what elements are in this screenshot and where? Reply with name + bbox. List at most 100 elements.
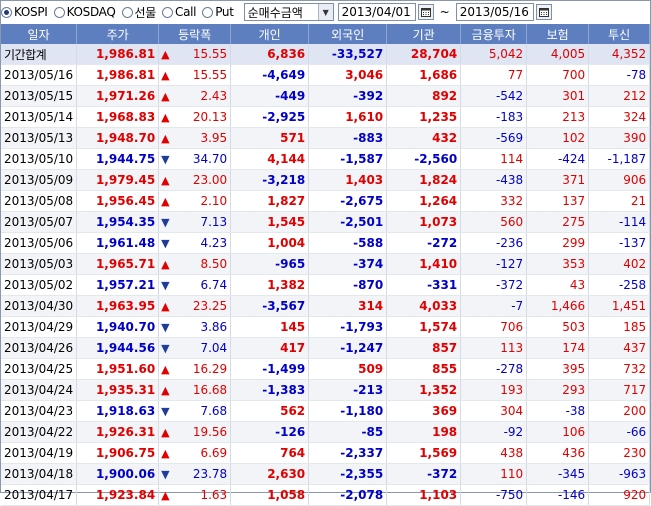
cell-investment-trust: 212 bbox=[588, 85, 651, 107]
cell-date: 2013/05/06 bbox=[1, 232, 78, 254]
table-row[interactable]: 2013/05/10 1,944.75 ▼ 34.70 4,144 -1,587 -2,56… bbox=[1, 148, 651, 170]
radio-kospi[interactable]: KOSPI bbox=[1, 2, 48, 22]
cell-date: 2013/04/17 bbox=[1, 484, 78, 506]
cell-insurance: 301 bbox=[526, 85, 590, 107]
cell-individual: 1,004 bbox=[230, 232, 310, 254]
triangle-up-icon: ▲ bbox=[161, 110, 170, 124]
calendar-icon[interactable] bbox=[535, 4, 552, 20]
cell-date: 2013/04/25 bbox=[1, 358, 78, 380]
date-from-input[interactable]: 2013/04/01 bbox=[337, 3, 416, 21]
table-row[interactable]: 2013/05/03 1,965.71 ▲ 8.50 -965 -374 1,410 -127… bbox=[1, 253, 651, 275]
cell-price: 1,951.60 bbox=[76, 358, 160, 380]
cell-institution: 1,686 bbox=[386, 64, 462, 86]
cell-individual: 1,382 bbox=[230, 274, 310, 296]
cell-financial-investment: 77 bbox=[460, 64, 528, 86]
chevron-down-icon[interactable]: ▼ bbox=[317, 4, 333, 20]
table-row[interactable]: 2013/05/09 1,979.45 ▲ 23.00 -3,218 1,403 1,824… bbox=[1, 169, 651, 191]
cell-date: 2013/04/22 bbox=[1, 421, 78, 443]
table-row[interactable]: 2013/04/23 1,918.63 ▼ 7.68 562 -1,180 369 304 -3… bbox=[1, 400, 651, 422]
column-header-foreign[interactable]: 외국인 bbox=[308, 24, 388, 44]
table-row[interactable]: 2013/05/02 1,957.21 ▼ 6.74 1,382 -870 -331 -372… bbox=[1, 274, 651, 296]
cell-institution: -272 bbox=[386, 232, 462, 254]
cell-date: 2013/05/13 bbox=[1, 127, 78, 149]
table-row[interactable]: 2013/04/17 1,923.84 ▲ 1.63 1,058 -2,078 1,103-… bbox=[1, 484, 651, 506]
table-row[interactable]: 2013/05/13 1,948.70 ▲ 3.95 571 -883 432 -569 102… bbox=[1, 127, 651, 149]
cell-investment-trust: 402 bbox=[588, 253, 651, 275]
radio-put[interactable]: Put bbox=[202, 2, 234, 22]
triangle-up-icon: ▲ bbox=[161, 446, 170, 460]
table-row[interactable]: 2013/04/29 1,940.70 ▼ 3.86 145 -1,793 1,574 706… bbox=[1, 316, 651, 338]
table-row[interactable]: 2013/04/19 1,906.75 ▲ 6.69 764 -2,337 1,569 438… bbox=[1, 442, 651, 464]
triangle-down-icon: ▼ bbox=[161, 320, 170, 334]
cell-investment-trust: 920 bbox=[588, 484, 651, 506]
column-header-financial-investment[interactable]: 금융투자 bbox=[460, 24, 528, 44]
table-row[interactable]: 2013/04/25 1,951.60 ▲ 16.29 -1,499 509 855 -278… bbox=[1, 358, 651, 380]
triangle-down-icon: ▼ bbox=[161, 215, 170, 229]
cell-insurance: 395 bbox=[526, 358, 590, 380]
cell-change: ▲ 2.10 bbox=[158, 190, 232, 212]
column-header-price[interactable]: 주가 bbox=[76, 24, 160, 44]
cell-insurance: -424 bbox=[526, 148, 590, 170]
cell-institution: 1,410 bbox=[386, 253, 462, 275]
table-row[interactable]: 2013/05/07 1,954.35 ▼ 7.13 1,545 -2,501 1,073 5… bbox=[1, 211, 651, 233]
cell-change: ▲ 23.25 bbox=[158, 295, 232, 317]
summary-row[interactable]: 기간합계 1,986.81 ▲ 15.55 6,836 -33,527 28,704 5,04… bbox=[1, 44, 651, 65]
cell-price: 1,963.95 bbox=[76, 295, 160, 317]
column-header-institution[interactable]: 기관 bbox=[386, 24, 462, 44]
cell-individual: 764 bbox=[230, 442, 310, 464]
cell-individual: -1,499 bbox=[230, 358, 310, 380]
radio-kosdaq[interactable]: KOSDAQ bbox=[53, 2, 116, 22]
cell-investment-trust: -1,187 bbox=[588, 148, 651, 170]
date-to-input[interactable]: 2013/05/16 bbox=[455, 3, 534, 21]
table-row[interactable]: 2013/04/18 1,900.06 ▼ 23.78 2,630 -2,355 -372 1… bbox=[1, 463, 651, 485]
table-row[interactable]: 2013/05/06 1,961.48 ▼ 4.23 1,004 -588 -272 -236… bbox=[1, 232, 651, 254]
change-value: 6.69 bbox=[200, 446, 228, 460]
change-value: 2.43 bbox=[200, 89, 228, 103]
cell-individual: 4,144 bbox=[230, 148, 310, 170]
column-header-investment-trust[interactable]: 투신 bbox=[588, 24, 651, 44]
cell-financial-investment: -438 bbox=[460, 169, 528, 191]
cell-investment-trust: -66 bbox=[588, 421, 651, 443]
table-row[interactable]: 2013/05/14 1,968.83 ▲ 20.13 -2,925 1,610 1,235… bbox=[1, 106, 651, 128]
column-header-date[interactable]: 일자 bbox=[1, 24, 78, 44]
table-row[interactable]: 2013/05/08 1,956.45 ▲ 2.10 1,827 -2,675 1,264 3… bbox=[1, 190, 651, 212]
column-header-individual[interactable]: 개인 bbox=[230, 24, 310, 44]
metric-select[interactable]: 순매수금액 ▼ bbox=[243, 3, 334, 21]
cell-insurance: 503 bbox=[526, 316, 590, 338]
cell-foreign: -374 bbox=[308, 253, 388, 275]
radio-futures[interactable]: 선물 bbox=[121, 2, 156, 22]
cell-insurance: 213 bbox=[526, 106, 590, 128]
cell-financial-investment: 5,042 bbox=[460, 44, 528, 65]
table-header-row: 일자 주가 등락폭 개인 외국인 기관 금융투자 보험 투신 bbox=[1, 24, 651, 44]
cell-investment-trust: -963 bbox=[588, 463, 651, 485]
date-from-value: 2013/04/01 bbox=[341, 5, 411, 19]
triangle-down-icon: ▼ bbox=[161, 467, 170, 481]
cell-investment-trust: 4,352 bbox=[588, 44, 651, 65]
triangle-up-icon: ▲ bbox=[161, 425, 170, 439]
cell-date: 2013/05/03 bbox=[1, 253, 78, 275]
table-row[interactable]: 2013/04/30 1,963.95 ▲ 23.25 -3,567 314 4,033 -7… bbox=[1, 295, 651, 317]
cell-change: ▲ 2.43 bbox=[158, 85, 232, 107]
date-to-value: 2013/05/16 bbox=[459, 5, 529, 19]
table-row[interactable]: 2013/04/24 1,935.31 ▲ 16.68 -1,383 -213 1,352 1… bbox=[1, 379, 651, 401]
cell-foreign: -870 bbox=[308, 274, 388, 296]
table-row[interactable]: 2013/05/15 1,971.26 ▲ 2.43 -449 -392 892 -542 30… bbox=[1, 85, 651, 107]
cell-financial-investment: 706 bbox=[460, 316, 528, 338]
column-header-change[interactable]: 등락폭 bbox=[158, 24, 232, 44]
cell-institution: 857 bbox=[386, 337, 462, 359]
table-row[interactable]: 2013/04/26 1,944.56 ▼ 7.04 417 -1,247 857 113 17… bbox=[1, 337, 651, 359]
cell-price: 1,906.75 bbox=[76, 442, 160, 464]
cell-price: 1,944.75 bbox=[76, 148, 160, 170]
radio-call[interactable]: Call bbox=[162, 2, 197, 22]
table-row[interactable]: 2013/04/22 1,926.31 ▲ 19.56 -126 -85 198 -92 106… bbox=[1, 421, 651, 443]
table-row[interactable]: 2013/05/16 1,986.81 ▲ 15.55 -4,649 3,046 1,686… bbox=[1, 64, 651, 86]
cell-date: 2013/05/10 bbox=[1, 148, 78, 170]
cell-insurance: 102 bbox=[526, 127, 590, 149]
cell-investment-trust: -114 bbox=[588, 211, 651, 233]
change-value: 23.25 bbox=[192, 299, 228, 313]
cell-institution: 1,352 bbox=[386, 379, 462, 401]
cell-institution: 369 bbox=[386, 400, 462, 422]
cell-individual: 2,630 bbox=[230, 463, 310, 485]
calendar-icon[interactable] bbox=[417, 4, 434, 20]
column-header-insurance[interactable]: 보험 bbox=[526, 24, 590, 44]
